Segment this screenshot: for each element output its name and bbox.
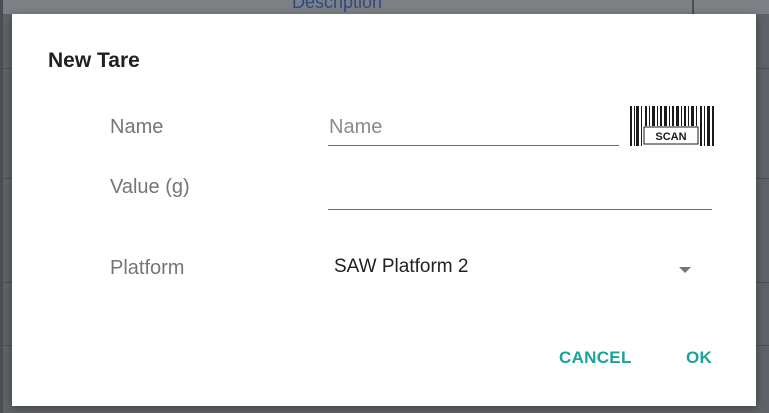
- barcode-scan-icon: SCAN: [626, 100, 720, 152]
- platform-dropdown[interactable]: SAW Platform 2: [328, 242, 712, 298]
- background-divider: [0, 345, 12, 346]
- background-divider: [756, 178, 769, 179]
- background-divider: [0, 68, 12, 69]
- background-divider: [0, 178, 12, 179]
- background-divider: [756, 345, 769, 346]
- barcode-scan-button[interactable]: SCAN: [626, 100, 720, 152]
- new-tare-dialog: New Tare Name Name SCAN Value (g) Platfo…: [12, 14, 756, 406]
- background-divider: [756, 68, 769, 69]
- name-input[interactable]: [328, 116, 619, 146]
- background-divider: [692, 0, 694, 14]
- dialog-title: New Tare: [48, 49, 140, 72]
- ok-button[interactable]: OK: [686, 348, 712, 368]
- background-divider: [0, 282, 12, 283]
- dropdown-arrow-icon: [679, 267, 691, 273]
- scan-label: SCAN: [655, 131, 686, 143]
- value-input[interactable]: [328, 180, 712, 210]
- background-divider: [756, 282, 769, 283]
- platform-selected-value: SAW Platform 2: [334, 256, 469, 277]
- name-label: Name: [110, 116, 164, 138]
- background-table-header: Description: [0, 0, 769, 14]
- platform-label: Platform: [110, 257, 185, 279]
- background-column-header: Description: [292, 0, 383, 12]
- value-label: Value (g): [110, 176, 190, 198]
- background-divider: [0, 0, 3, 413]
- cancel-button[interactable]: CANCEL: [559, 348, 632, 368]
